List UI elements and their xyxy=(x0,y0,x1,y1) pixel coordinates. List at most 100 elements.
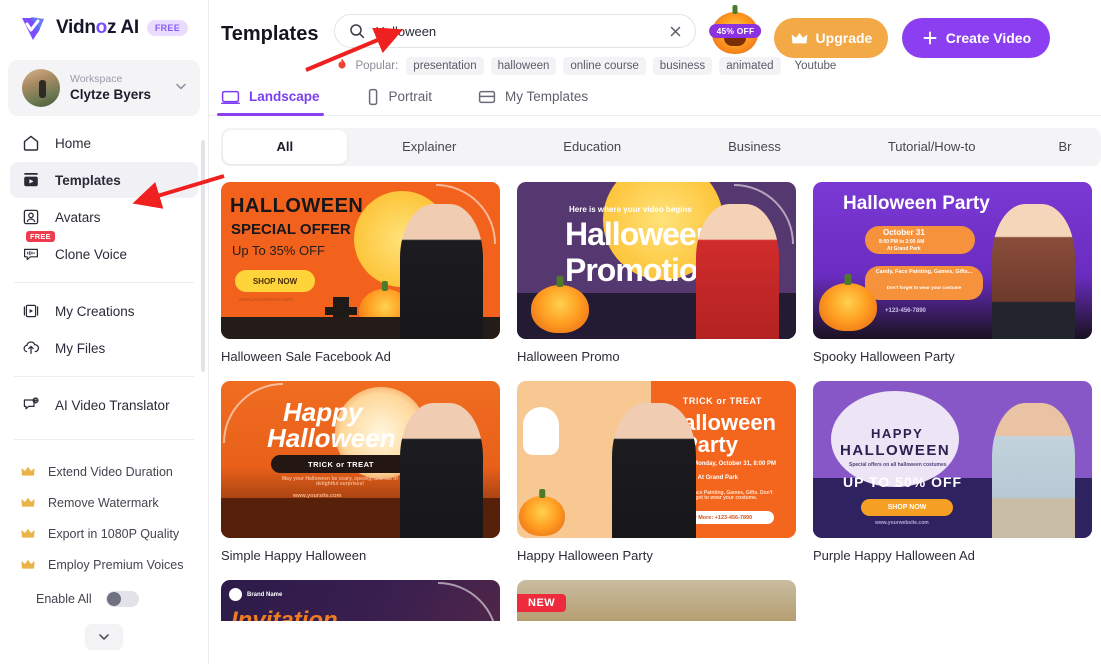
template-card[interactable]: Halloween Party October 31 8:00 PM to 2:… xyxy=(813,182,1092,364)
template-thumbnail: Halloween Party October 31 8:00 PM to 2:… xyxy=(813,182,1092,339)
template-title: Purple Happy Halloween Ad xyxy=(813,548,975,563)
template-thumbnail: Brand Name Invitation xyxy=(221,580,500,621)
perk-label: Remove Watermark xyxy=(48,495,159,510)
perk-remove-watermark[interactable]: Remove Watermark xyxy=(0,487,208,518)
perk-label: Employ Premium Voices xyxy=(48,557,184,572)
thumb-cta: SHOP NOW xyxy=(861,499,953,516)
category-tab-education[interactable]: Education xyxy=(510,128,675,166)
top-bar: Templates Halloween Popular: presentatio… xyxy=(209,0,1101,78)
sidebar-item-label: My Creations xyxy=(55,303,135,319)
sidebar-item-my-creations[interactable]: My Creations xyxy=(10,293,198,329)
thumb-headline: Halloween xyxy=(565,216,715,252)
tab-label: Portrait xyxy=(388,89,433,104)
portrait-icon xyxy=(366,88,380,106)
template-card[interactable]: TRICK or TREAT Halloween Party Monday, O… xyxy=(517,381,796,563)
sidebar-item-clone-voice[interactable]: FREE Clone Voice xyxy=(10,231,198,272)
tab-landscape[interactable]: Landscape xyxy=(217,78,324,116)
popular-tag[interactable]: online course xyxy=(563,57,646,75)
thumb-cta: SHOP NOW xyxy=(235,270,315,292)
template-card[interactable]: NEW xyxy=(517,580,796,621)
popular-tag[interactable]: presentation xyxy=(406,57,484,75)
thumb-time: 8:00 PM to 2:00 AM xyxy=(879,239,925,245)
close-icon[interactable] xyxy=(668,24,683,39)
sidebar-item-label: Home xyxy=(55,135,92,151)
thumb-subhead: Halloween xyxy=(267,423,396,453)
divider xyxy=(14,282,194,283)
thumb-cta: TRICK or TREAT xyxy=(271,455,411,473)
thumb-detail: Special offers on all halloween costumes xyxy=(849,462,947,468)
perk-export-1080p[interactable]: Export in 1080P Quality xyxy=(0,518,208,549)
templates-grid: HALLOWEEN SPECIAL OFFER Up To 35% OFF SH… xyxy=(209,166,1101,621)
brand-name: Vidnoz AI xyxy=(56,17,139,38)
thumb-person xyxy=(399,402,484,538)
category-tab-explainer[interactable]: Explainer xyxy=(349,128,510,166)
template-title: Halloween Promo xyxy=(517,349,620,364)
sidebar-item-home[interactable]: Home xyxy=(10,125,198,161)
template-thumbnail: Happy Halloween TRICK or TREAT May your … xyxy=(221,381,500,538)
divider xyxy=(14,376,194,377)
popular-tag[interactable]: business xyxy=(652,57,713,75)
perk-extend-video-duration[interactable]: Extend Video Duration xyxy=(0,456,208,487)
thumb-subhead: SPECIAL OFFER xyxy=(231,221,351,238)
template-card[interactable]: Happy Halloween TRICK or TREAT May your … xyxy=(221,381,500,563)
enable-all-toggle[interactable] xyxy=(105,591,139,607)
sidebar-collapse-button[interactable] xyxy=(85,624,123,650)
plan-badge: FREE xyxy=(146,20,189,36)
template-card[interactable]: HAPPY HALLOWEEN Special offers on all ha… xyxy=(813,381,1092,563)
sidebar-item-ai-video-translator[interactable]: AI Video Translator xyxy=(10,387,198,423)
template-title: Simple Happy Halloween xyxy=(221,548,367,563)
tab-my-templates[interactable]: My Templates xyxy=(478,78,588,116)
upgrade-label: Upgrade xyxy=(815,30,873,46)
sidebar-item-label: Avatars xyxy=(55,209,101,225)
template-title: Halloween Sale Facebook Ad xyxy=(221,349,391,364)
category-tab-all[interactable]: All xyxy=(223,130,347,164)
enable-all-label: Enable All xyxy=(36,592,92,606)
thumb-headline: Halloween Party xyxy=(843,193,990,214)
chevron-down-icon[interactable] xyxy=(174,79,188,98)
thumb-headline: Invitation xyxy=(231,607,338,621)
template-card[interactable]: Here is where your video begins Hallowee… xyxy=(517,182,796,364)
translator-icon xyxy=(21,395,41,415)
sidebar-scrollbar[interactable] xyxy=(201,140,205,372)
search-bar[interactable]: Halloween xyxy=(334,14,697,48)
search-column: Halloween Popular: presentation hallowee… xyxy=(334,14,836,75)
thumb-headline: HALLOWEEN xyxy=(230,195,364,217)
category-tab-tutorial[interactable]: Tutorial/How-to xyxy=(834,128,1029,166)
category-tab-branding[interactable]: Br xyxy=(1029,128,1101,166)
thumb-place: At Grand Park xyxy=(887,246,921,252)
search-input[interactable]: Halloween xyxy=(375,24,658,39)
template-card[interactable]: Brand Name Invitation xyxy=(221,580,500,621)
category-tabs-wrap: All Explainer Education Business Tutoria… xyxy=(209,116,1101,166)
popular-label: Popular: xyxy=(355,60,399,72)
thumb-detail: Up To 35% OFF xyxy=(232,243,325,258)
popular-tag[interactable]: Youtube xyxy=(788,57,844,75)
sidebar-item-avatars[interactable]: Avatars xyxy=(10,199,198,235)
divider xyxy=(14,439,194,440)
create-video-button[interactable]: Create Video xyxy=(902,18,1051,58)
popular-tag[interactable]: halloween xyxy=(490,57,557,75)
thumb-subhead: HALLOWEEN xyxy=(840,442,951,459)
popular-tag[interactable]: animated xyxy=(719,57,781,75)
crown-icon xyxy=(21,466,36,477)
sidebar-item-templates[interactable]: Templates xyxy=(10,162,198,198)
upgrade-button[interactable]: Upgrade xyxy=(774,18,889,58)
thumb-kicker: Here is where your video begins xyxy=(569,205,692,214)
template-title: Spooky Halloween Party xyxy=(813,349,955,364)
promo-pumpkin[interactable]: 45% OFF xyxy=(704,10,766,54)
sidebar-item-my-files[interactable]: My Files xyxy=(10,330,198,366)
vidnoz-logo-icon xyxy=(18,13,48,43)
crown-icon xyxy=(21,559,36,570)
plus-icon xyxy=(922,30,938,46)
perk-premium-voices[interactable]: Employ Premium Voices xyxy=(0,549,208,580)
perk-label: Export in 1080P Quality xyxy=(48,526,180,541)
workspace-switcher[interactable]: Workspace Clytze Byers xyxy=(8,60,200,116)
popular-tags: Popular: presentation halloween online c… xyxy=(334,57,836,75)
crown-icon xyxy=(21,528,36,539)
thumb-url: www.yourwebsite.com xyxy=(875,520,929,526)
category-tab-business[interactable]: Business xyxy=(675,128,835,166)
workspace-text: Workspace Clytze Byers xyxy=(70,73,164,103)
brand-header[interactable]: Vidnoz AI FREE xyxy=(0,0,208,56)
tab-portrait[interactable]: Portrait xyxy=(366,78,433,116)
template-card[interactable]: HALLOWEEN SPECIAL OFFER Up To 35% OFF SH… xyxy=(221,182,500,364)
thumb-detail: Candy, Face Painting, Games, Gifts... xyxy=(875,269,973,275)
